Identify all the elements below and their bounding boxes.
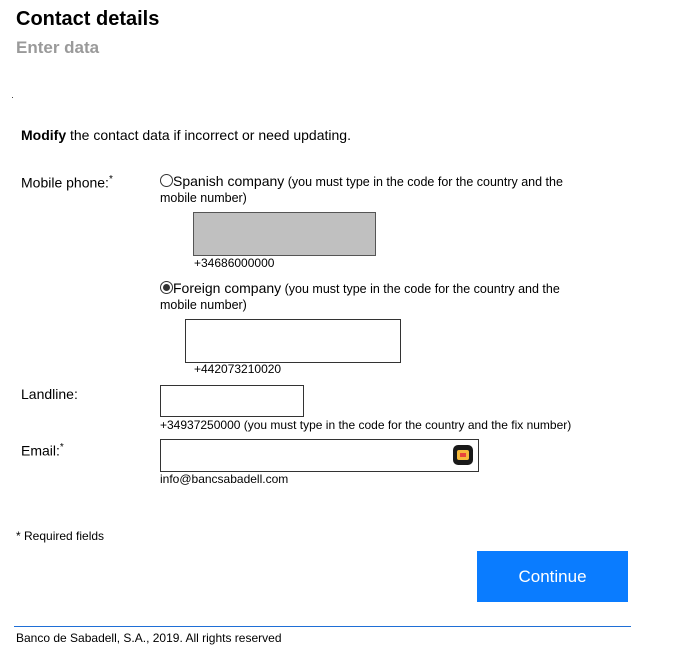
required-fields-note: * Required fields xyxy=(16,529,105,543)
mobile-phone-label-text: Mobile phone: xyxy=(21,174,109,191)
intro-text: Modify the contact data if incorrect or … xyxy=(21,127,351,143)
page-title: Contact details xyxy=(16,8,160,30)
spanish-mobile-input[interactable] xyxy=(193,212,376,256)
footer-divider xyxy=(14,626,631,627)
intro-bold: Modify xyxy=(21,127,67,143)
landline-hint: +34937250000 (you must type in the code … xyxy=(160,418,572,432)
email-example: info@bancsabadell.com xyxy=(160,472,289,486)
spanish-mobile-example: +34686000000 xyxy=(194,256,275,270)
spanish-company-hint-2: mobile number) xyxy=(160,191,247,205)
spanish-company-hint-1: (you must type in the code for the count… xyxy=(284,175,563,189)
email-label-text: Email: xyxy=(21,442,60,459)
stray-dot xyxy=(12,97,13,98)
spanish-company-label: Spanish company xyxy=(173,173,285,189)
autofill-icon[interactable] xyxy=(453,445,473,465)
foreign-mobile-input[interactable] xyxy=(185,319,401,363)
email-required-mark: * xyxy=(59,442,64,453)
landline-input[interactable] xyxy=(160,385,304,417)
spanish-company-option[interactable]: Spanish company (you must type in the co… xyxy=(160,174,630,206)
continue-button[interactable]: Continue xyxy=(477,551,628,602)
email-input[interactable] xyxy=(160,439,479,472)
foreign-company-radio[interactable] xyxy=(160,281,173,294)
mobile-phone-label: Mobile phone:* xyxy=(21,174,113,191)
email-label: Email:* xyxy=(21,442,64,459)
spanish-company-radio[interactable] xyxy=(160,174,173,187)
autofill-glyph xyxy=(457,450,469,460)
footer-copyright: Banco de Sabadell, S.A., 2019. All right… xyxy=(16,631,282,645)
landline-label: Landline: xyxy=(21,386,78,402)
foreign-company-hint-2: mobile number) xyxy=(160,298,247,312)
intro-rest: the contact data if incorrect or need up… xyxy=(66,127,351,143)
foreign-company-label: Foreign company xyxy=(173,280,282,296)
foreign-company-hint-1: (you must type in the code for the count… xyxy=(281,282,560,296)
foreign-company-option[interactable]: Foreign company (you must type in the co… xyxy=(160,281,630,313)
foreign-mobile-example: +442073210020 xyxy=(194,362,282,376)
page-subtitle: Enter data xyxy=(16,38,100,57)
required-mark: * xyxy=(108,174,113,185)
